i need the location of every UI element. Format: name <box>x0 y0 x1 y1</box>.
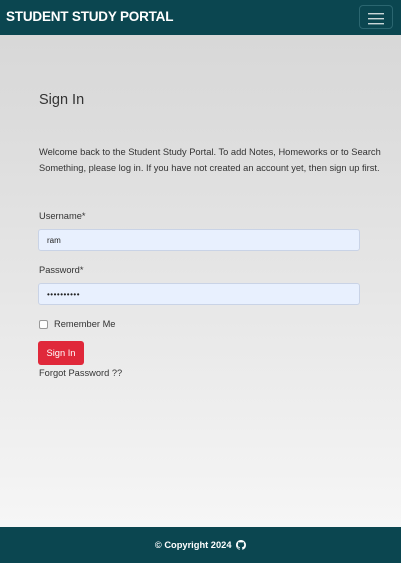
remember-me-row: Remember Me <box>39 318 115 330</box>
copyright-text: © Copyright 2024 <box>154 540 232 550</box>
github-icon[interactable] <box>236 540 247 550</box>
page-title: Sign In <box>39 92 85 108</box>
remember-me-label[interactable]: Remember Me <box>54 319 115 329</box>
footer: © Copyright 2024 <box>0 527 401 563</box>
username-input[interactable] <box>38 229 360 251</box>
footer-copyright: © Copyright 2024 <box>0 540 401 550</box>
password-input[interactable] <box>38 283 360 305</box>
hamburger-menu-icon <box>368 13 384 25</box>
brand-title[interactable]: STUDENT STUDY PORTAL <box>6 9 173 24</box>
navbar: STUDENT STUDY PORTAL <box>0 0 401 35</box>
intro-text: Welcome back to the Student Study Portal… <box>39 147 381 173</box>
forgot-password-link[interactable]: Forgot Password ?? <box>39 368 122 378</box>
navbar-toggler-button[interactable] <box>359 5 393 29</box>
password-label: Password* <box>39 265 84 275</box>
username-label: Username* <box>39 211 86 221</box>
remember-me-checkbox[interactable] <box>39 319 48 329</box>
sign-in-button[interactable]: Sign In <box>38 341 84 365</box>
login-content: Sign In Welcome back to the Student Stud… <box>0 35 401 527</box>
